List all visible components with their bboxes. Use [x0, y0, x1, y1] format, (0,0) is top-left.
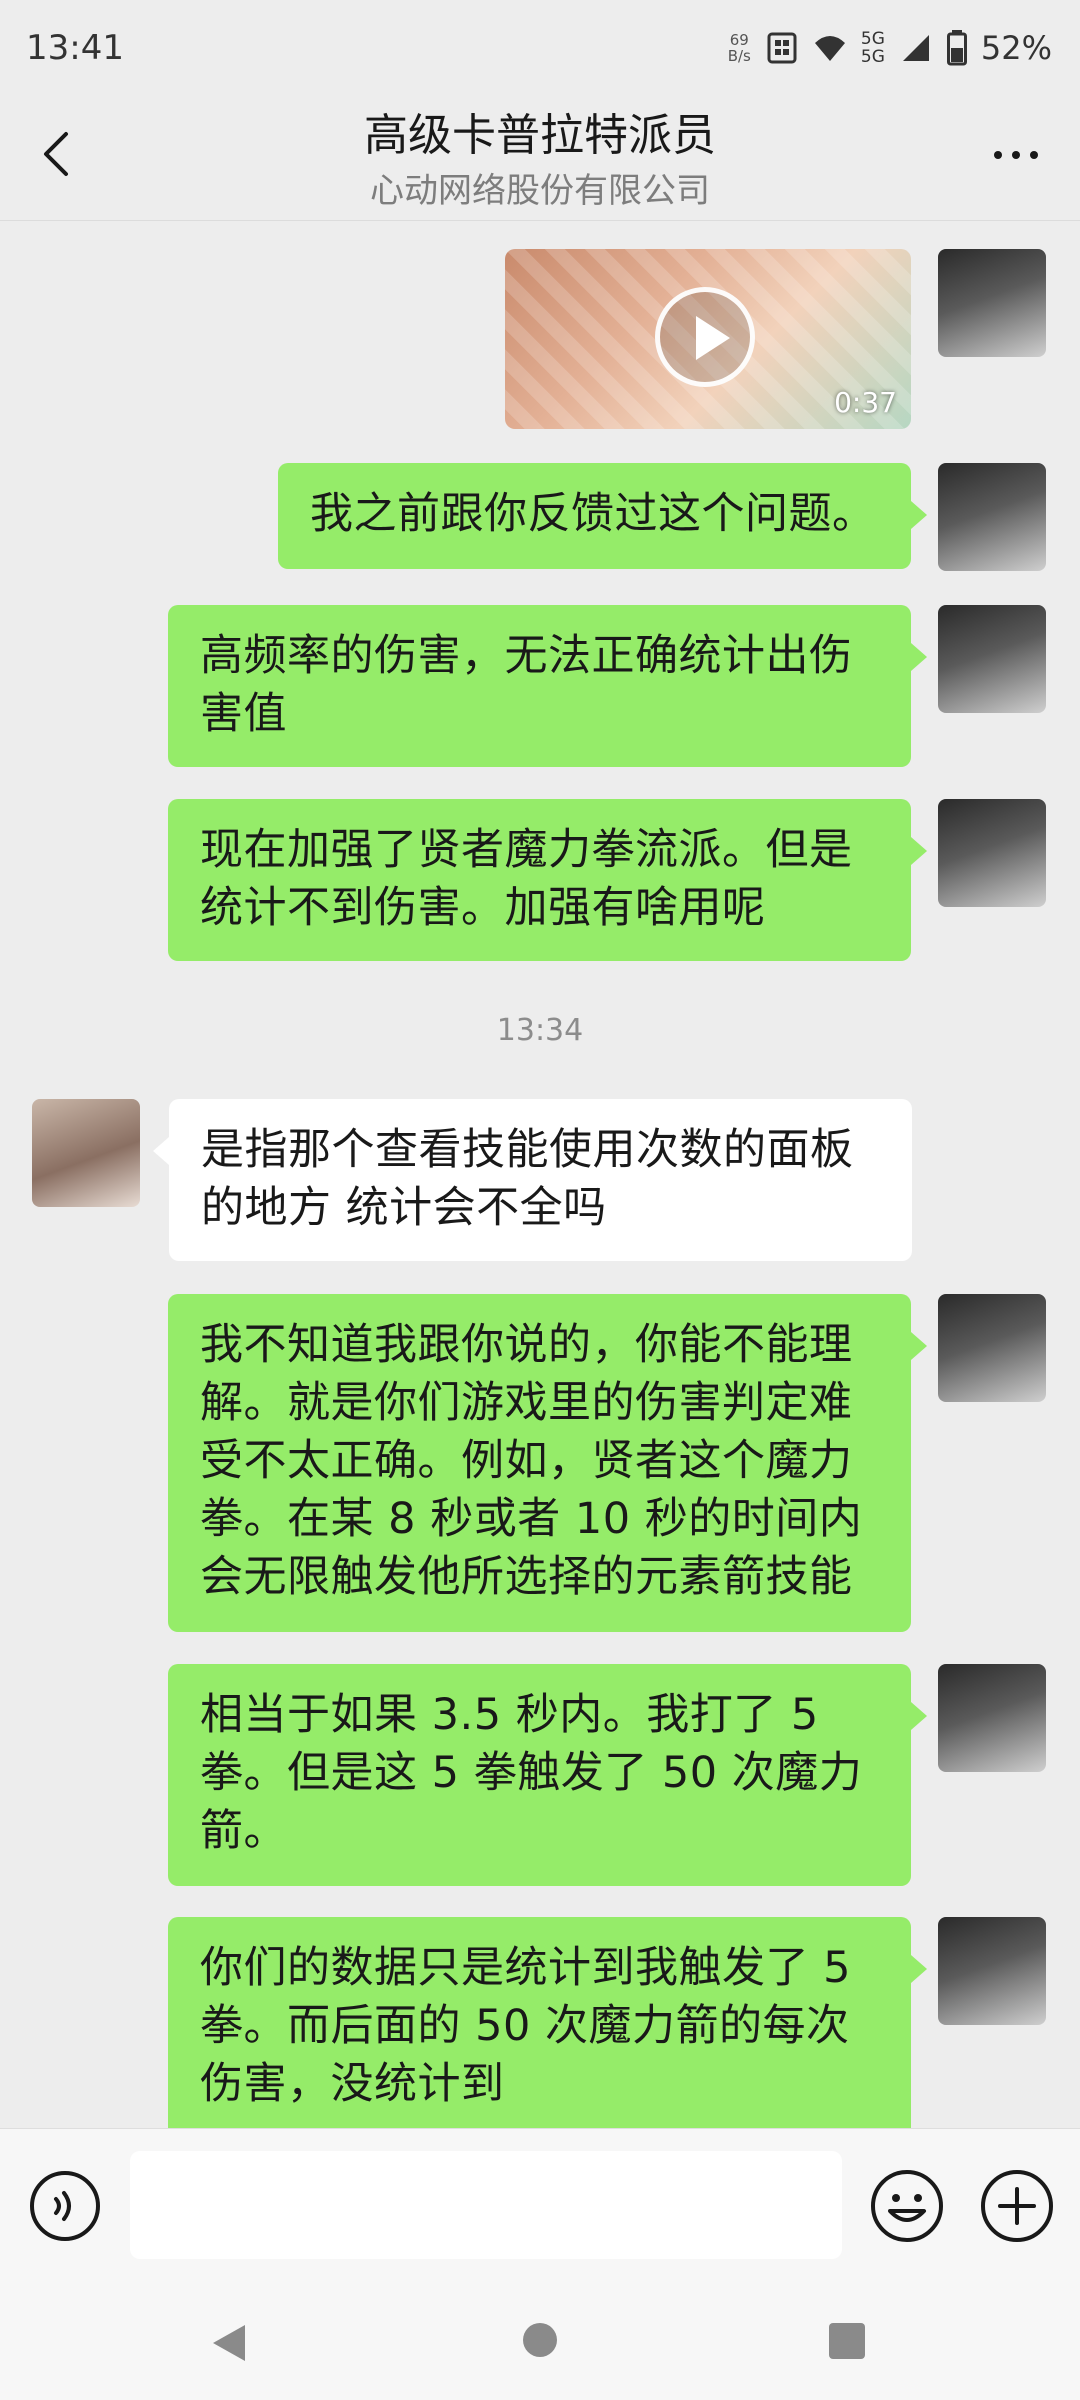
nav-back-icon[interactable] — [205, 2318, 255, 2368]
status-time: 13:41 — [26, 28, 124, 68]
message-received: 是指那个查看技能使用次数的面板的地方 统计会不全吗 — [0, 1099, 1080, 1269]
my-avatar[interactable] — [938, 799, 1046, 907]
message-sent: 现在加强了贤者魔力拳流派。但是统计不到伤害。加强有啥用呢 — [0, 799, 1080, 969]
nfc-icon — [767, 32, 797, 64]
chat-subtitle: 心动网络股份有限公司 — [370, 171, 710, 211]
message-bubble[interactable]: 高频率的伤害，无法正确统计出伤害值 — [168, 605, 911, 767]
chat-title-block: 高级卡普拉特派员 心动网络股份有限公司 — [0, 102, 1080, 212]
video-duration: 0:37 — [834, 386, 897, 419]
bubble-tail — [911, 643, 927, 671]
message-bubble[interactable]: 我不知道我跟你说的，你能不能理解。就是你们游戏里的伤害判定难受不太正确。例如，贤… — [168, 1294, 911, 1632]
bubble-tail — [911, 1702, 927, 1730]
more-options-icon[interactable] — [986, 130, 1046, 180]
system-nav-bar — [0, 2280, 1080, 2400]
my-avatar[interactable] — [938, 249, 1046, 357]
message-timestamp: 13:34 — [496, 1013, 584, 1048]
plus-icon[interactable] — [978, 2167, 1056, 2245]
bubble-tail — [911, 1332, 927, 1360]
battery-percent: 52% — [980, 29, 1052, 67]
message-input[interactable] — [130, 2151, 842, 2259]
status-bar: 13:41 69 B/s 5G 5G 52% — [0, 0, 1080, 100]
bubble-tail — [153, 1137, 169, 1165]
emoji-icon[interactable] — [868, 2167, 946, 2245]
net-speed: 69 B/s — [728, 32, 751, 64]
voice-input-icon[interactable] — [28, 2169, 102, 2243]
message-bubble[interactable]: 现在加强了贤者魔力拳流派。但是统计不到伤害。加强有啥用呢 — [168, 799, 911, 961]
message-video: 0:37 — [0, 221, 1080, 441]
my-avatar[interactable] — [938, 463, 1046, 571]
bubble-tail — [911, 837, 927, 865]
net-speed-unit: B/s — [727, 47, 751, 65]
signal-icon — [902, 35, 929, 61]
battery-icon — [946, 30, 967, 66]
play-icon[interactable] — [655, 287, 755, 387]
contact-avatar[interactable] — [32, 1099, 140, 1207]
nav-recents-icon[interactable] — [828, 2322, 866, 2360]
network-type-1: 5G — [860, 29, 885, 49]
my-avatar[interactable] — [938, 1294, 1046, 1402]
message-bubble[interactable]: 是指那个查看技能使用次数的面板的地方 统计会不全吗 — [169, 1099, 912, 1261]
message-sent: 我之前跟你反馈过这个问题。 — [0, 463, 1080, 573]
my-avatar[interactable] — [938, 605, 1046, 713]
input-bar — [0, 2128, 1080, 2281]
my-avatar[interactable] — [938, 1664, 1046, 1772]
message-sent: 高频率的伤害，无法正确统计出伤害值 — [0, 605, 1080, 775]
chat-list[interactable]: 0:37 我之前跟你反馈过这个问题。 高频率的伤害，无法正确统计出伤害值 现在加… — [0, 221, 1080, 2128]
status-icons: 69 B/s 5G 5G 52% — [728, 26, 1052, 70]
network-type: 5G 5G — [861, 30, 885, 66]
chat-header: 高级卡普拉特派员 心动网络股份有限公司 — [0, 100, 1080, 221]
nav-home-icon[interactable] — [520, 2320, 560, 2360]
message-bubble[interactable]: 相当于如果 3.5 秒内。我打了 5 拳。但是这 5 拳触发了 50 次魔力箭。 — [168, 1664, 911, 1886]
message-sent: 相当于如果 3.5 秒内。我打了 5 拳。但是这 5 拳触发了 50 次魔力箭。 — [0, 1664, 1080, 1894]
message-sent: 我不知道我跟你说的，你能不能理解。就是你们游戏里的伤害判定难受不太正确。例如，贤… — [0, 1294, 1080, 1639]
net-speed-value: 69 — [729, 31, 749, 49]
network-type-2: 5G — [860, 47, 885, 67]
bubble-tail — [911, 501, 927, 529]
bubble-tail — [911, 1955, 927, 1983]
wifi-icon — [814, 36, 845, 61]
message-bubble[interactable]: 我之前跟你反馈过这个问题。 — [278, 463, 911, 569]
message-sent: 你们的数据只是统计到我触发了 5 拳。而后面的 50 次魔力箭的每次伤害，没统计… — [0, 1917, 1080, 2128]
my-avatar[interactable] — [938, 1917, 1046, 2025]
chat-title: 高级卡普拉特派员 — [364, 110, 716, 161]
message-bubble[interactable]: 你们的数据只是统计到我触发了 5 拳。而后面的 50 次魔力箭的每次伤害，没统计… — [168, 1917, 911, 2128]
video-thumbnail[interactable]: 0:37 — [505, 249, 911, 429]
